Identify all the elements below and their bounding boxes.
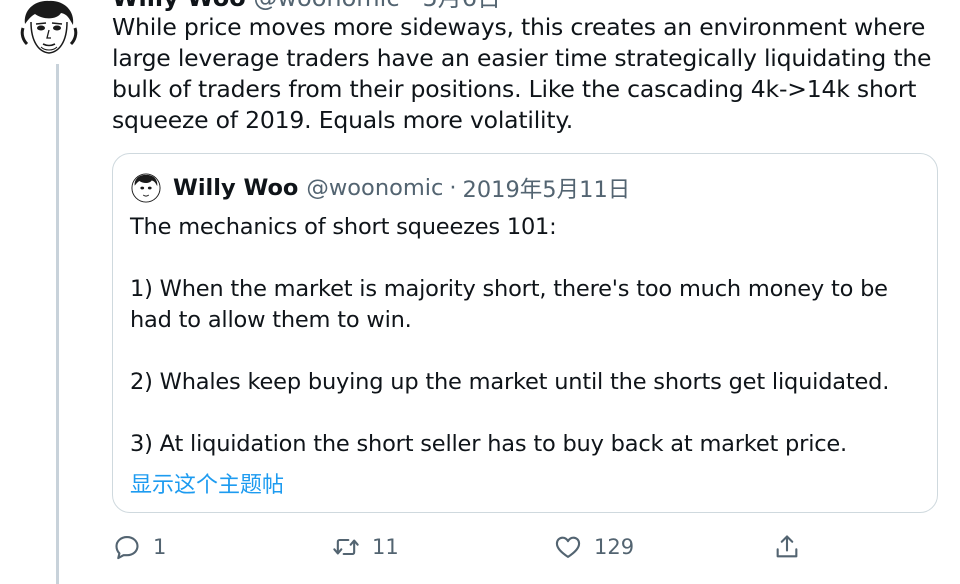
quoted-author-name: Willy Woo	[173, 175, 299, 201]
like-button[interactable]: 129	[554, 530, 634, 563]
tweet-action-bar: 1 11 129	[0, 530, 960, 563]
thread-connector-line	[56, 64, 59, 584]
reply-icon	[115, 535, 139, 559]
like-count: 129	[594, 534, 635, 559]
show-thread-link[interactable]: 显示这个主题帖	[130, 467, 284, 499]
quoted-line-1: 1) When the market is majority short, th…	[130, 276, 888, 333]
quoted-line-title: The mechanics of short squeezes 101:	[130, 214, 557, 240]
tweet-text: While price moves more sideways, this cr…	[112, 13, 932, 134]
quoted-header-separator: ·	[449, 175, 457, 201]
tweet-date[interactable]: 5月6日	[422, 0, 501, 12]
quoted-line-3: 3) At liquidation the short seller has t…	[130, 431, 848, 457]
quoted-tweet-card[interactable]: Willy Woo @woonomic · 2019年5月11日 The mec…	[112, 153, 938, 513]
share-button[interactable]	[773, 530, 813, 563]
quoted-author-handle: @woonomic	[306, 175, 444, 201]
tweet-author-handle[interactable]: @woonomic	[253, 0, 399, 12]
share-icon	[776, 534, 798, 557]
quoted-line-2: 2) Whales keep buying up the market unti…	[130, 369, 890, 395]
tweet-author-name[interactable]: Willy Woo	[112, 0, 246, 12]
retweet-button[interactable]: 11	[332, 530, 399, 563]
like-icon	[555, 536, 581, 558]
retweet-icon	[333, 538, 359, 555]
retweet-count: 11	[372, 534, 399, 559]
quoted-tweet-header: Willy Woo @woonomic · 2019年5月11日	[131, 172, 630, 204]
author-avatar[interactable]	[17, 0, 81, 60]
reply-count: 1	[153, 534, 167, 559]
quoted-author-avatar	[131, 173, 161, 203]
tweet-header-separator: ·	[407, 0, 415, 12]
quoted-tweet-text: The mechanics of short squeezes 101: 1) …	[130, 212, 920, 460]
reply-button[interactable]: 1	[113, 530, 166, 563]
quoted-date: 2019年5月11日	[462, 177, 631, 203]
